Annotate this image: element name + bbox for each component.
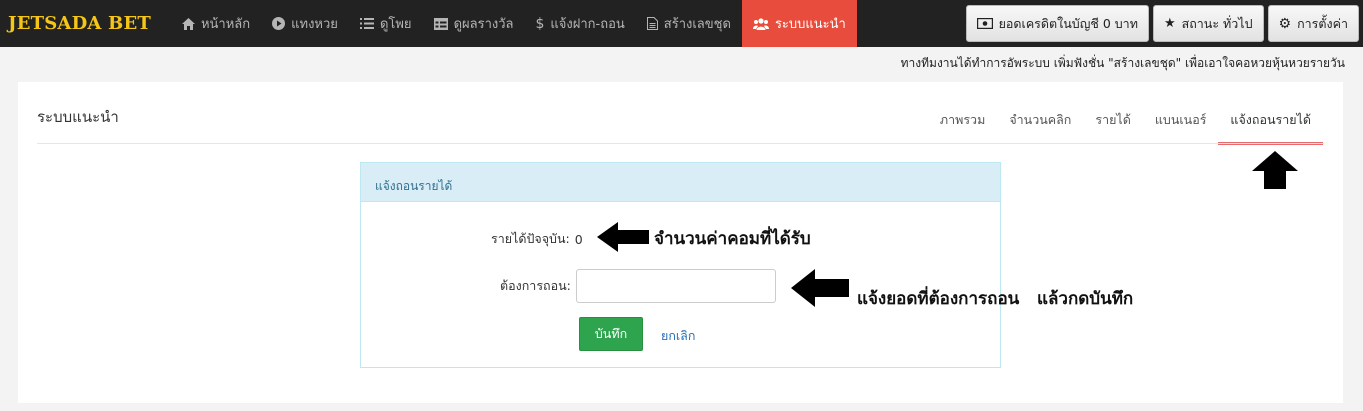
list-icon [359,18,374,29]
cancel-link[interactable]: ยกเลิก [661,326,695,346]
save-button[interactable]: บันทึก [579,317,643,351]
announcement-marquee: ทางทีมงานได้ทำการอัพระบบ เพิ่มฟังชั่น "ส… [900,56,1345,70]
main-nav: หน้าหลัก แทงหวย ดูโพย ดูผลรางวัล $ แจ้งฝ… [171,0,857,47]
play-circle-icon [272,17,286,30]
brand-logo[interactable]: JETSADA BET [0,13,171,34]
tab-withdraw-income[interactable]: แจ้งถอนรายได้ [1218,102,1323,145]
tab-banner[interactable]: แบนเนอร์ [1143,102,1219,145]
navbar-right: ยอดเครดิตในบัญชี 0 บาท ★ สถานะ ทั่วไป ⚙ … [965,5,1359,42]
commission-annotation: จำนวนค่าคอมที่ได้รับ [654,229,811,249]
up-arrow-annotation [1252,151,1298,189]
nav-item-home[interactable]: หน้าหลัก [171,0,261,47]
nav-item-label: แทงหวย [291,17,338,32]
divider [37,143,1324,144]
nav-item-label: สร้างเลขชุด [663,17,731,32]
home-icon [181,17,195,30]
page-title: ระบบแนะนำ [37,108,119,126]
nav-item-bet[interactable]: แทงหวย [261,0,349,47]
nav-item-label: แจ้งฝาก-ถอน [550,17,625,32]
dollar-icon: $ [535,15,545,32]
top-navbar: JETSADA BET หน้าหลัก แทงหวย ดูโพย ดูผลรา… [0,0,1363,47]
nav-item-create-number-set[interactable]: สร้างเลขชุด [636,0,742,47]
withdraw-amount-input[interactable] [575,269,776,303]
current-income-row: รายได้ปัจจุบัน: 0 [491,229,583,249]
users-icon [752,17,769,30]
settings-label: การตั้งค่า [1297,15,1348,31]
nav-item-label: ดูโพย [379,17,412,32]
status-button[interactable]: ★ สถานะ ทั่วไป [1152,5,1264,42]
nav-item-deposit-withdraw[interactable]: $ แจ้งฝาก-ถอน [524,0,635,47]
nav-item-slips[interactable]: ดูโพย [349,0,423,47]
nav-item-results[interactable]: ดูผลรางวัล [423,0,525,47]
document-icon [646,17,658,30]
table-icon [433,17,448,30]
current-income-label: รายได้ปัจจุบัน: [491,231,570,246]
withdraw-form-box: แจ้งถอนรายได้ รายได้ปัจจุบัน: 0 ต้องการถ… [360,162,1001,368]
withdraw-amount-label: ต้องการถอน: [500,278,571,293]
nav-item-label: ระบบแนะนำ [774,17,846,32]
withdraw-form-heading: แจ้งถอนรายได้ [361,163,1000,202]
left-arrow-annotation [597,222,649,252]
tab-clicks[interactable]: จำนวนคลิก [997,102,1083,145]
tab-income[interactable]: รายได้ [1083,102,1142,145]
withdraw-amount-row: ต้องการถอน: [500,269,776,303]
status-label: สถานะ ทั่วไป [1181,15,1253,31]
nav-item-referral[interactable]: ระบบแนะนำ [741,0,857,47]
referral-tabs: ภาพรวม จำนวนคลิก รายได้ แบนเนอร์ แจ้งถอน… [928,102,1323,145]
tab-overview[interactable]: ภาพรวม [928,102,997,145]
nav-item-label: หน้าหลัก [200,17,251,32]
nav-item-label: ดูผลรางวัล [453,17,514,32]
credit-balance-label: ยอดเครดิตในบัญชี 0 บาท [998,15,1138,31]
credit-balance-button[interactable]: ยอดเครดิตในบัญชี 0 บาท [965,5,1149,42]
left-arrow-annotation [791,269,849,307]
star-icon: ★ [1163,16,1176,31]
current-income-value: 0 [574,231,583,247]
settings-button[interactable]: ⚙ การตั้งค่า [1267,5,1359,42]
money-icon [976,18,993,29]
gear-icon: ⚙ [1278,15,1292,32]
withdraw-annotation: แจ้งยอดที่ต้องการถอน แล้วกดบันทึก [857,289,1134,309]
